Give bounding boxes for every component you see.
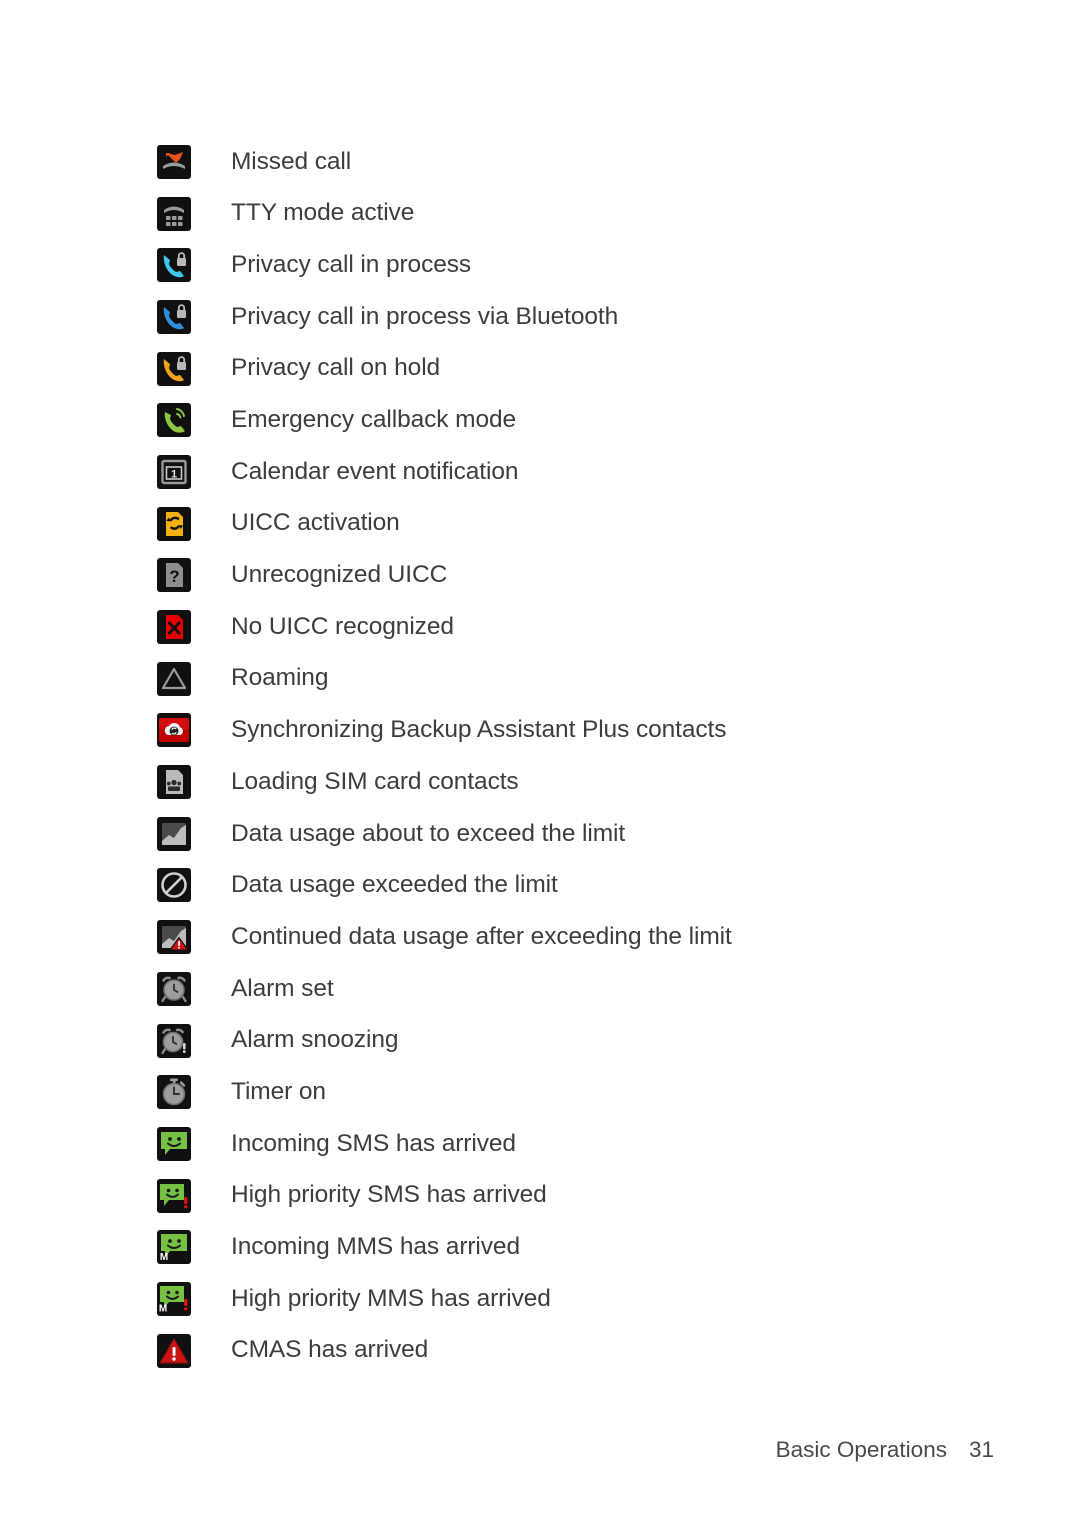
tty-mode-icon xyxy=(157,196,191,231)
list-item-label: Privacy call in process via Bluetooth xyxy=(231,302,619,330)
list-item-label: Privacy call on hold xyxy=(231,354,441,382)
list-item-label: Emergency callback mode xyxy=(231,406,517,434)
timer-on-icon xyxy=(157,1075,191,1110)
list-item-label: Continued data usage after exceeding the… xyxy=(231,922,732,950)
svg-text:M: M xyxy=(159,1303,167,1314)
roaming-icon xyxy=(157,661,191,696)
list-item-label: High priority SMS has arrived xyxy=(231,1181,547,1209)
list-item-label: Missed call xyxy=(231,147,352,175)
list-item-label: Loading SIM card contacts xyxy=(231,767,519,795)
list-item-label: Data usage exceeded the limit xyxy=(231,871,558,899)
privacy-call-bluetooth-icon xyxy=(157,299,191,334)
alarm-snooze-icon xyxy=(157,1023,191,1058)
list-item: Loading SIM card contacts xyxy=(157,756,1017,808)
list-item: 1 Calendar event notification xyxy=(157,446,1017,498)
list-item: UICC activation xyxy=(157,498,1017,550)
svg-text:M: M xyxy=(160,1252,168,1263)
list-item-label: Calendar event notification xyxy=(231,457,519,485)
list-item-label: CMAS has arrived xyxy=(231,1336,429,1364)
privacy-call-on-hold-icon xyxy=(157,351,191,386)
missed-call-icon xyxy=(157,144,191,179)
cmas-alert-icon xyxy=(157,1333,191,1368)
list-item-label: Incoming SMS has arrived xyxy=(231,1129,516,1157)
list-item: Data usage about to exceed the limit xyxy=(157,808,1017,860)
list-item: Alarm set xyxy=(157,963,1017,1015)
list-item: High priority SMS has arrived xyxy=(157,1170,1017,1222)
alarm-set-icon xyxy=(157,971,191,1006)
list-item-label: No UICC recognized xyxy=(231,612,454,640)
list-item: TTY mode active xyxy=(157,188,1017,240)
calendar-event-icon: 1 xyxy=(157,454,191,489)
list-item-label: Data usage about to exceed the limit xyxy=(231,819,626,847)
list-item-label: Alarm set xyxy=(231,974,334,1002)
list-item: Data usage exceeded the limit xyxy=(157,860,1017,912)
sms-received-icon xyxy=(157,1126,191,1161)
list-item-label: Timer on xyxy=(231,1077,326,1105)
list-item-label: Incoming MMS has arrived xyxy=(231,1233,520,1261)
mms-high-priority-icon: M xyxy=(157,1281,191,1316)
svg-text:?: ? xyxy=(169,567,179,586)
document-page: Missed call TTY mode active Privacy call… xyxy=(0,0,1080,1521)
list-item: Synchronizing Backup Assistant Plus cont… xyxy=(157,705,1017,757)
list-item: Privacy call in process xyxy=(157,239,1017,291)
emergency-callback-icon xyxy=(157,403,191,438)
list-item: ? Unrecognized UICC xyxy=(157,550,1017,602)
list-item: Privacy call in process via Bluetooth xyxy=(157,291,1017,343)
list-item-label: TTY mode active xyxy=(231,199,415,227)
list-item-label: Synchronizing Backup Assistant Plus cont… xyxy=(231,716,727,744)
list-item: Continued data usage after exceeding the… xyxy=(157,911,1017,963)
list-item: M High priority MMS has arrived xyxy=(157,1273,1017,1325)
list-item-label: Unrecognized UICC xyxy=(231,561,448,589)
list-item: Alarm snoozing xyxy=(157,1015,1017,1067)
backup-assistant-sync-icon xyxy=(157,713,191,748)
uicc-activation-icon xyxy=(157,506,191,541)
data-usage-continued-icon xyxy=(157,920,191,955)
status-icon-legend-list: Missed call TTY mode active Privacy call… xyxy=(157,136,1017,1377)
list-item-label: UICC activation xyxy=(231,509,400,537)
list-item: Missed call xyxy=(157,136,1017,188)
list-item: Privacy call on hold xyxy=(157,343,1017,395)
list-item: M Incoming MMS has arrived xyxy=(157,1221,1017,1273)
page-footer: Basic Operations 31 xyxy=(0,1437,994,1463)
unrecognized-uicc-icon: ? xyxy=(157,558,191,593)
sim-contacts-loading-icon xyxy=(157,765,191,800)
sms-high-priority-icon xyxy=(157,1178,191,1213)
privacy-call-in-process-icon xyxy=(157,248,191,283)
list-item: CMAS has arrived xyxy=(157,1325,1017,1377)
data-usage-warning-icon xyxy=(157,816,191,851)
list-item: Emergency callback mode xyxy=(157,394,1017,446)
list-item-label: High priority MMS has arrived xyxy=(231,1284,551,1312)
list-item: Timer on xyxy=(157,1066,1017,1118)
list-item-label: Roaming xyxy=(231,664,329,692)
svg-text:1: 1 xyxy=(171,468,177,480)
list-item-label: Alarm snoozing xyxy=(231,1026,399,1054)
list-item: Incoming SMS has arrived xyxy=(157,1118,1017,1170)
list-item: Roaming xyxy=(157,653,1017,705)
footer-section-name: Basic Operations xyxy=(775,1437,947,1462)
list-item-label: Privacy call in process xyxy=(231,250,472,278)
mms-received-icon: M xyxy=(157,1230,191,1265)
data-usage-exceeded-icon xyxy=(157,868,191,903)
no-uicc-icon xyxy=(157,610,191,645)
list-item: No UICC recognized xyxy=(157,601,1017,653)
footer-page-number: 31 xyxy=(968,1437,994,1462)
